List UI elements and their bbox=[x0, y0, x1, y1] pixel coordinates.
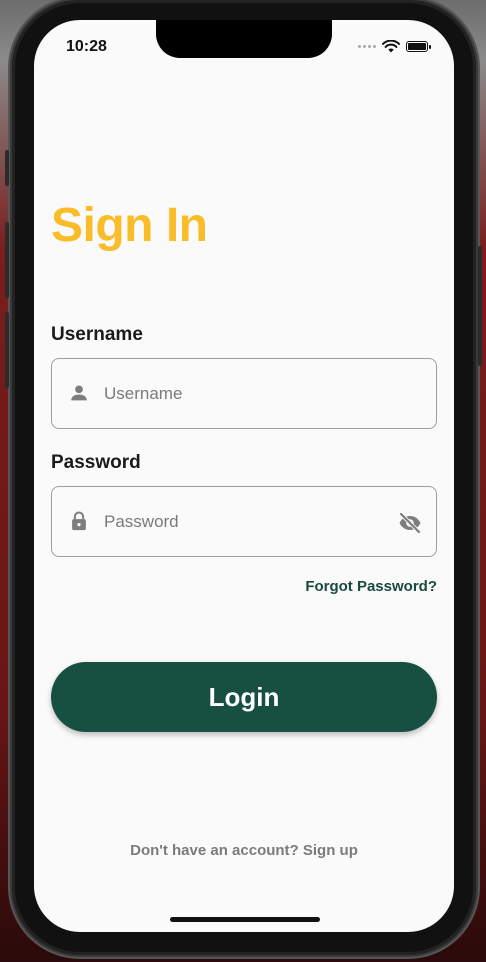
power-button bbox=[478, 246, 482, 366]
password-input[interactable] bbox=[104, 487, 384, 556]
home-indicator bbox=[170, 917, 320, 922]
login-button[interactable]: Login bbox=[51, 662, 437, 732]
forgot-password-link[interactable]: Forgot Password? bbox=[305, 578, 437, 595]
password-label: Password bbox=[51, 452, 141, 473]
battery-icon bbox=[406, 41, 431, 52]
lock-icon bbox=[72, 511, 86, 531]
notch bbox=[156, 20, 332, 58]
app-screen: 10:28 Sign In Username Password bbox=[34, 20, 454, 932]
person-icon bbox=[71, 385, 87, 401]
wifi-icon bbox=[382, 40, 400, 53]
signup-link[interactable]: Don't have an account? Sign up bbox=[34, 842, 454, 859]
eye-off-icon[interactable] bbox=[398, 511, 422, 535]
password-field[interactable] bbox=[51, 486, 437, 557]
volume-up-button bbox=[5, 222, 9, 298]
page-title: Sign In bbox=[51, 199, 208, 252]
username-input[interactable] bbox=[104, 359, 384, 428]
username-field[interactable] bbox=[51, 358, 437, 429]
status-icons bbox=[358, 40, 431, 53]
status-time: 10:28 bbox=[66, 38, 107, 55]
signal-dots-icon bbox=[358, 45, 376, 48]
silent-switch bbox=[5, 150, 9, 186]
username-label: Username bbox=[51, 324, 143, 345]
volume-down-button bbox=[5, 312, 9, 388]
